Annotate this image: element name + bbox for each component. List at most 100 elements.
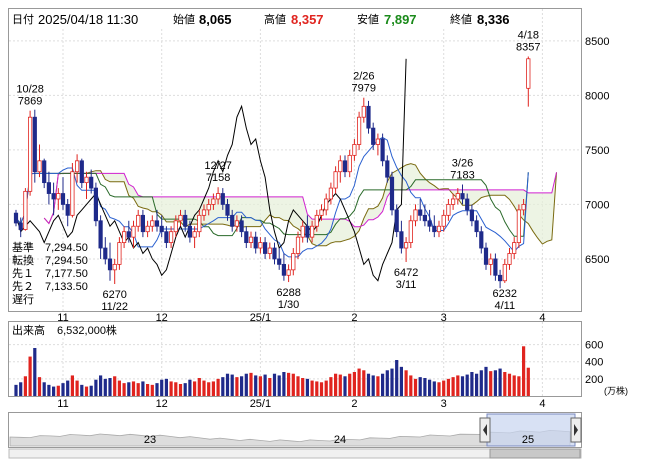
candle-body <box>178 214 183 222</box>
volume-bar <box>193 381 197 396</box>
price-annotation: 4/188357 <box>516 29 540 53</box>
candle <box>267 242 272 259</box>
candle-body <box>122 231 127 243</box>
candle-body <box>140 214 145 233</box>
candle-body <box>465 198 470 211</box>
candle-body <box>281 263 287 276</box>
volume-bar <box>37 377 42 396</box>
volume-bar <box>268 378 272 396</box>
candle <box>493 253 498 281</box>
candle-body <box>446 204 451 216</box>
candle-body <box>98 220 103 249</box>
volume-bar <box>362 370 366 396</box>
candle <box>93 182 98 227</box>
navigator-scrollbar-thumb[interactable] <box>489 448 581 459</box>
candle-body <box>309 225 315 238</box>
candle-body <box>65 204 70 216</box>
candle-body <box>70 171 75 216</box>
volume-bar <box>113 376 117 396</box>
volume-bar <box>296 376 300 396</box>
volume-bar <box>240 376 244 396</box>
annotation-date: 3/26 <box>452 157 473 169</box>
candle <box>32 109 37 183</box>
candle-body <box>521 204 526 211</box>
legend-conv-value: 7,294.50 <box>45 255 88 267</box>
legend-lead1-value: 7,177.50 <box>45 268 88 280</box>
y-tick-label: 6500 <box>585 254 609 266</box>
candle <box>403 237 409 262</box>
navigator-year-label: 25 <box>522 434 534 446</box>
volume-bar <box>371 375 375 396</box>
volume-bar <box>23 376 27 396</box>
volume-bar <box>428 379 432 396</box>
candle-body <box>526 58 531 89</box>
price-annotation: 64723/11 <box>394 267 418 291</box>
candle <box>112 258 117 285</box>
volume-bar <box>470 372 474 396</box>
candle-body <box>333 171 338 189</box>
candle-body <box>305 225 310 238</box>
navigator-year-label: 23 <box>144 434 156 446</box>
candle <box>413 204 418 227</box>
volume-bar <box>484 366 488 396</box>
volume-bar <box>164 378 168 396</box>
candle <box>150 215 155 232</box>
candle <box>342 155 348 178</box>
y-tick-label: 7000 <box>585 199 609 211</box>
candle-body <box>253 236 258 249</box>
candle-body <box>450 198 456 205</box>
volume-bar <box>338 374 342 396</box>
volume-bar <box>479 370 483 396</box>
candle-body <box>469 209 475 222</box>
candle <box>262 237 268 259</box>
volume-header: 出来高 6,532,000株 <box>9 322 134 337</box>
candle <box>512 237 517 259</box>
volume-bar <box>413 378 418 396</box>
candle <box>117 237 122 270</box>
candle-body <box>197 214 202 233</box>
candle <box>98 215 103 259</box>
candle-body <box>211 198 216 205</box>
candle-body <box>300 225 305 238</box>
navigator-left-handle[interactable] <box>479 417 491 443</box>
price-annotation: 2/267979 <box>352 71 376 95</box>
volume-bar <box>395 360 399 396</box>
candle-body <box>286 269 291 276</box>
candle <box>399 220 404 254</box>
annotation-value: 7183 <box>450 169 474 181</box>
candle-body <box>371 127 376 145</box>
candle-body <box>32 116 37 173</box>
candle <box>79 158 84 189</box>
annotation-date: 6270 <box>102 289 126 301</box>
price-annotation: 3/267183 <box>450 157 474 181</box>
legend-conv-label: 転換 <box>12 254 34 267</box>
candle-body <box>126 231 131 238</box>
candle <box>507 248 512 270</box>
candle <box>352 139 357 161</box>
candle <box>248 231 254 249</box>
candle-body <box>27 116 33 192</box>
volume-bar <box>108 378 112 396</box>
candle-body <box>107 258 113 271</box>
candle-body <box>75 160 80 173</box>
volume-bar <box>117 380 121 396</box>
candle-body <box>37 160 42 173</box>
candle-body <box>314 214 319 227</box>
candle-body <box>356 116 362 145</box>
volume-bar <box>75 380 79 396</box>
candle <box>258 237 263 254</box>
navigator-right-handle[interactable] <box>570 417 582 443</box>
volume-bar <box>146 384 150 396</box>
candle-body <box>215 193 221 200</box>
candle <box>122 226 127 249</box>
candle <box>347 149 352 178</box>
navigator-year-label: 24 <box>334 434 346 446</box>
annotation-value: 7979 <box>352 83 376 95</box>
annotation-date: 4/18 <box>518 29 539 41</box>
candle <box>27 110 33 196</box>
candle-body <box>399 231 404 249</box>
annotation-value: 7158 <box>206 172 230 184</box>
volume-bar <box>216 378 220 396</box>
candle-body <box>225 204 230 216</box>
candle-body <box>338 160 343 173</box>
